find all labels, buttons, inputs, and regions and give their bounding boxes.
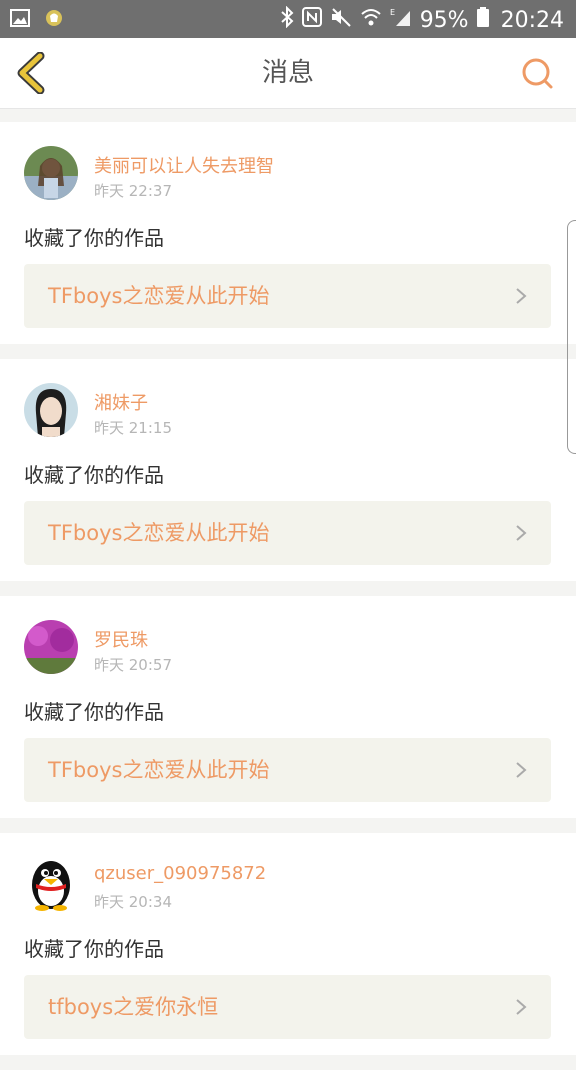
wifi-icon (360, 7, 382, 33)
app-header: 消息 (0, 38, 576, 109)
app-notification-icon (44, 8, 64, 32)
message-list: 美丽可以让人失去理智 昨天 22:37 收藏了你的作品 TFboys之恋爱从此开… (0, 122, 576, 1070)
signal-icon: E (390, 7, 412, 33)
work-title: tfboys之爱你永恒 (48, 995, 219, 1019)
bluetooth-icon (280, 5, 294, 34)
username[interactable]: 罗民珠 (94, 626, 148, 652)
work-title: TFboys之恋爱从此开始 (48, 521, 270, 545)
battery-percent: 95% (419, 7, 469, 33)
timestamp: 昨天 20:34 (94, 893, 172, 911)
avatar[interactable] (24, 146, 78, 200)
action-text: 收藏了你的作品 (24, 226, 164, 250)
page-title: 消息 (261, 58, 314, 88)
username[interactable]: 美丽可以让人失去理智 (94, 152, 274, 178)
action-text: 收藏了你的作品 (24, 937, 164, 961)
chevron-right-icon (516, 999, 527, 1015)
svg-text:E: E (390, 8, 395, 17)
action-text: 收藏了你的作品 (24, 463, 164, 487)
avatar[interactable] (24, 383, 78, 437)
chevron-right-icon (516, 525, 527, 541)
work-link[interactable]: TFboys之恋爱从此开始 (24, 738, 551, 802)
work-title: TFboys之恋爱从此开始 (48, 284, 270, 308)
gallery-notification-icon (10, 9, 30, 31)
chevron-right-icon (516, 288, 527, 304)
work-title: TFboys之恋爱从此开始 (48, 758, 270, 782)
avatar[interactable] (24, 620, 78, 674)
timestamp: 昨天 20:57 (94, 656, 172, 674)
search-icon (522, 58, 553, 89)
message-card: 美丽可以让人失去理智 昨天 22:37 收藏了你的作品 TFboys之恋爱从此开… (0, 122, 576, 344)
work-link[interactable]: TFboys之恋爱从此开始 (24, 264, 551, 328)
work-link[interactable]: TFboys之恋爱从此开始 (24, 501, 551, 565)
message-card: 湘妹子 昨天 21:15 收藏了你的作品 TFboys之恋爱从此开始 (0, 359, 576, 581)
work-link[interactable]: tfboys之爱你永恒 (24, 975, 551, 1039)
edge-panel-handle[interactable] (567, 220, 576, 454)
status-bar: E 95% 20:24 (0, 0, 576, 38)
nfc-icon (301, 7, 322, 33)
timestamp: 昨天 21:15 (94, 419, 172, 437)
clock: 20:24 (500, 7, 564, 33)
qq-penguin-avatar[interactable] (24, 857, 78, 911)
chevron-right-icon (516, 762, 527, 778)
mute-icon (330, 7, 352, 33)
timestamp: 昨天 22:37 (94, 182, 172, 200)
battery-icon (476, 7, 489, 33)
message-card: 罗民珠 昨天 20:57 收藏了你的作品 TFboys之恋爱从此开始 (0, 596, 576, 818)
username[interactable]: 湘妹子 (94, 389, 148, 415)
username[interactable]: qzuser_090975872 (94, 863, 266, 884)
action-text: 收藏了你的作品 (24, 700, 164, 724)
search-button[interactable] (520, 56, 554, 90)
message-card: qzuser_090975872 昨天 20:34 收藏了你的作品 tfboys… (0, 833, 576, 1055)
